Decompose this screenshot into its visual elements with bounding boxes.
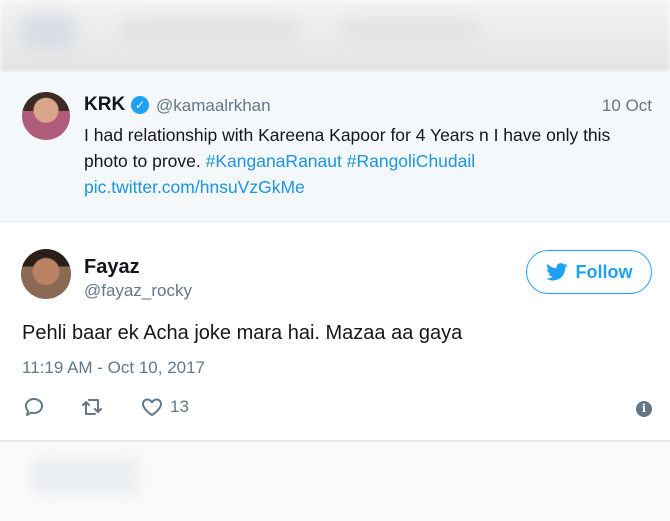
like-count: 13	[170, 397, 189, 416]
twitter-bird-icon	[545, 263, 567, 281]
like-button[interactable]: 13	[140, 393, 189, 421]
author-handle[interactable]: @kamaalrkhan	[156, 96, 271, 116]
tweet-date[interactable]: 10 Oct	[602, 96, 652, 116]
blurred-footer	[0, 442, 670, 521]
tweet-timestamp[interactable]: 11:19 AM - Oct 10, 2017	[22, 358, 205, 378]
info-icon[interactable]: i	[636, 401, 652, 417]
hashtag-link[interactable]: #KanganaRanaut	[206, 151, 342, 171]
avatar[interactable]	[21, 249, 71, 299]
avatar[interactable]	[22, 92, 70, 140]
heart-icon	[142, 398, 162, 416]
reply-tweet-text: Pehli baar ek Acha joke mara hai. Mazaa …	[22, 322, 463, 344]
follow-button[interactable]: Follow	[526, 250, 652, 294]
author-handle[interactable]: @fayaz_rocky	[84, 281, 192, 301]
tweet-actions: 13 i	[22, 393, 652, 421]
follow-button-label: Follow	[575, 261, 633, 282]
hashtag-link[interactable]: #RangoliChudail	[347, 151, 475, 171]
blurred-header	[0, 0, 670, 72]
media-link[interactable]: pic.twitter.com/hnsuVzGkMe	[84, 177, 305, 197]
author-name[interactable]: KRK	[84, 94, 125, 116]
quoted-tweet[interactable]: KRK ✓ @kamaalrkhan 10 Oct I had relation…	[0, 72, 670, 222]
retweet-button[interactable]	[80, 393, 104, 421]
author-name[interactable]: Fayaz	[84, 256, 140, 279]
reply-button[interactable]	[22, 393, 46, 421]
verified-badge-icon: ✓	[131, 96, 149, 114]
retweet-icon	[82, 399, 102, 415]
reply-icon	[25, 398, 43, 416]
tweet-text: I had relationship with Kareena Kapoor f…	[84, 122, 654, 200]
